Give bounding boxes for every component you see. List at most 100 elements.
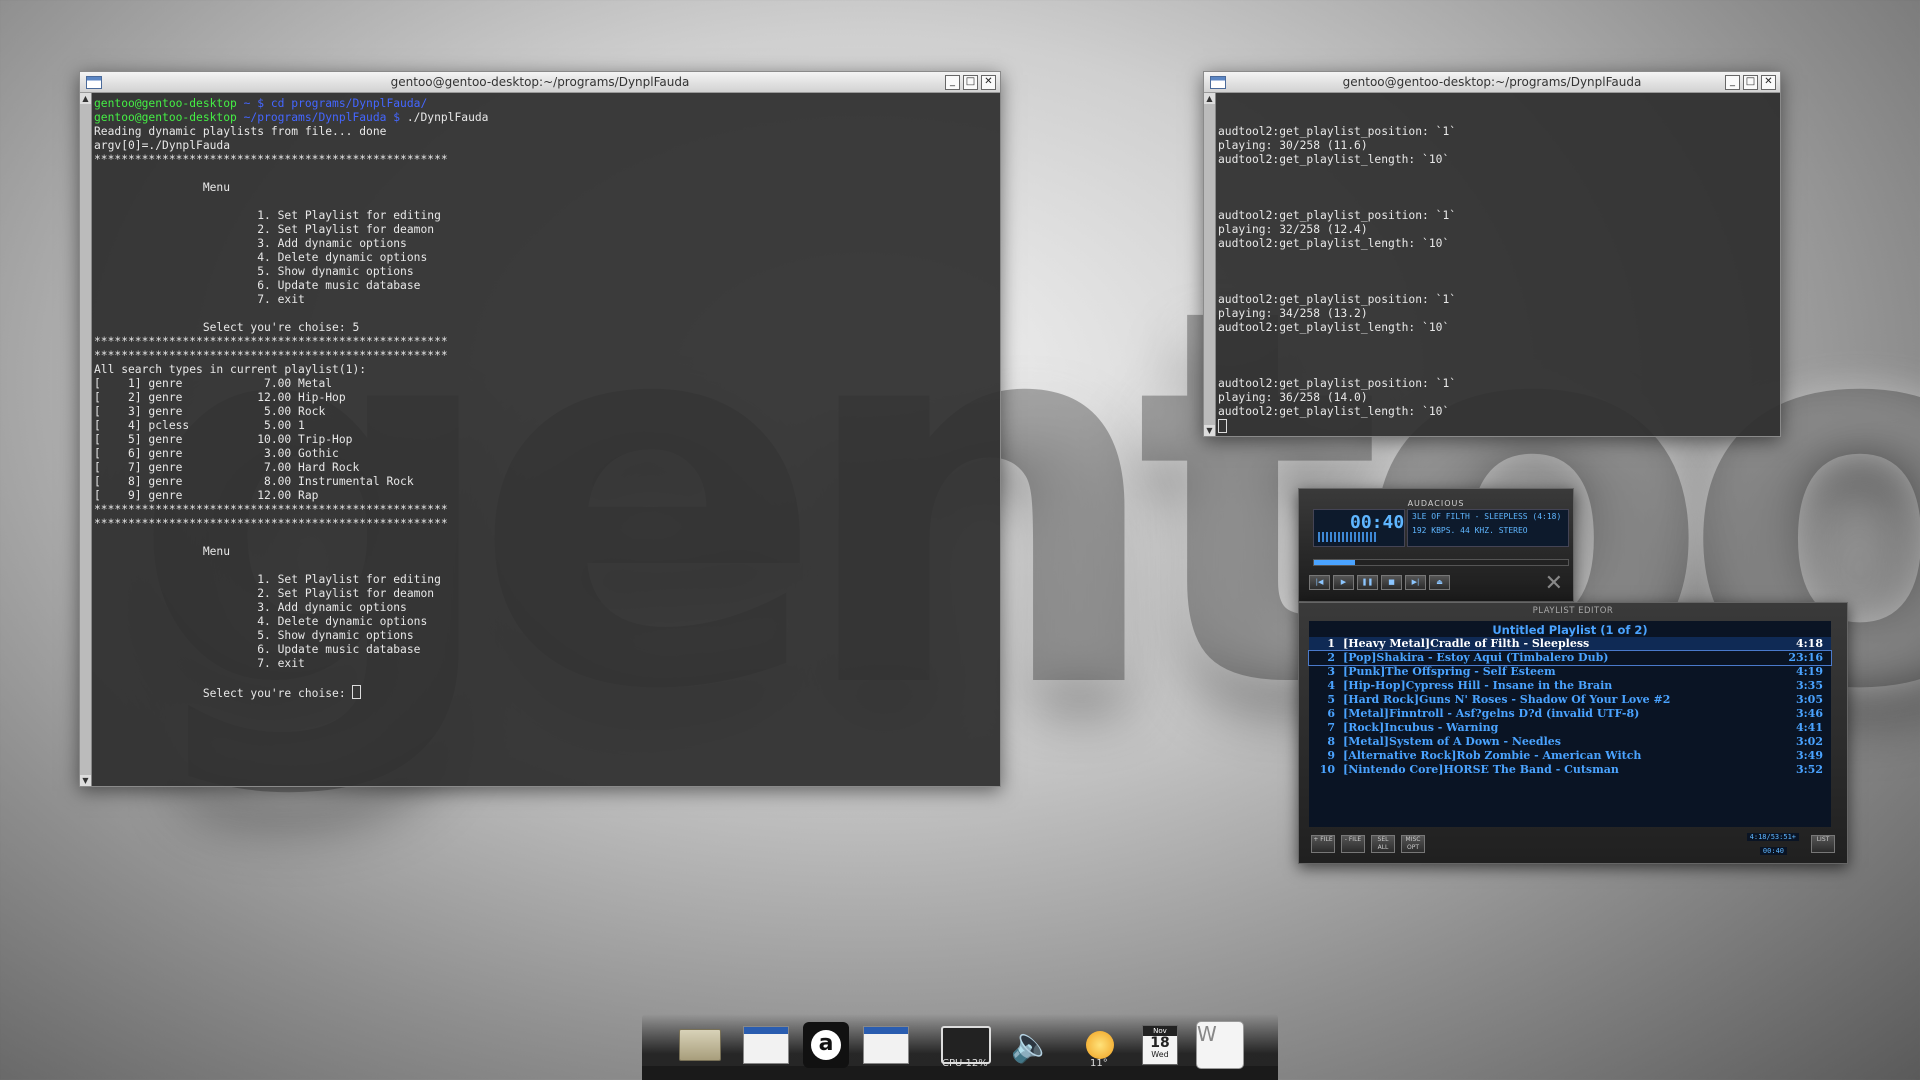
- playlist-current-time: 00:40: [1759, 847, 1787, 855]
- window-title: gentoo@gentoo-desktop:~/programs/DynplFa…: [390, 75, 690, 89]
- prompt-command: ~ $ cd programs/DynplFauda/: [236, 97, 428, 110]
- playlist-row-title: [Heavy Metal]Cradle of Filth - Sleepless: [1343, 637, 1590, 650]
- scroll-down-arrow-icon[interactable]: ▼: [80, 775, 91, 786]
- dock-terminal-1[interactable]: [740, 1020, 792, 1070]
- playlist-row-duration: 4:19: [1795, 665, 1823, 678]
- terminal-cursor: [352, 685, 362, 699]
- playlist-editor-header: PLAYLIST EDITOR: [1532, 606, 1614, 616]
- dock-audacious[interactable]: a: [800, 1020, 852, 1070]
- list-options-button[interactable]: LIST: [1811, 835, 1835, 853]
- playlist-row-number: 10: [1319, 763, 1335, 776]
- scroll-down-arrow-icon[interactable]: ▼: [1204, 425, 1215, 436]
- playlist-name: Untitled Playlist (1 of 2): [1492, 623, 1648, 637]
- terminal-window-left[interactable]: gentoo@gentoo-desktop:~/programs/DynplFa…: [79, 71, 1001, 787]
- audacious-close-icon[interactable]: ✕: [1545, 571, 1563, 596]
- elapsed-time: 00:40: [1350, 512, 1405, 533]
- eject-button[interactable]: ⏏: [1429, 575, 1450, 590]
- close-button[interactable]: ✕: [981, 75, 996, 90]
- playlist-row[interactable]: 9 [Alternative Rock]Rob Zombie - American…: [1309, 749, 1831, 763]
- playlist-row-title: [Rock]Incubus - Warning: [1343, 721, 1499, 734]
- dock-volume[interactable]: 🔈: [1006, 1020, 1058, 1070]
- prompt-host: gentoo@gentoo-desktop: [94, 97, 237, 110]
- playlist-row-title: [Metal]Finntroll - Asf?gelns D?d (invali…: [1343, 707, 1640, 720]
- playlist-row-number: 1: [1327, 637, 1335, 650]
- play-button[interactable]: ▶: [1333, 575, 1354, 590]
- minimize-button[interactable]: _: [945, 75, 960, 90]
- terminal-left-titlebar[interactable]: gentoo@gentoo-desktop:~/programs/DynplFa…: [80, 72, 1000, 93]
- playlist-row-title: [Hard Rock]Guns N' Roses - Shadow Of You…: [1343, 693, 1671, 706]
- terminal-scrollbar[interactable]: ▲ ▼: [80, 93, 92, 786]
- playlist-row[interactable]: 2 [Pop]Shakira - Estoy Aqui (Timbalero Du…: [1308, 650, 1832, 666]
- cpu-label: CPU 12%: [942, 1058, 988, 1069]
- audacious-icon: a: [803, 1022, 849, 1068]
- dock-calendar[interactable]: Nov 18 Wed: [1134, 1020, 1186, 1070]
- playlist-row[interactable]: 1 [Heavy Metal]Cradle of Filth - Sleeples…: [1309, 637, 1831, 651]
- song-ticker: 3LE OF FILTH - SLEEPLESS (4:18): [1412, 512, 1562, 521]
- playlist-row-number: 9: [1327, 749, 1335, 762]
- maximize-button[interactable]: □: [963, 75, 978, 90]
- playlist-row-duration: 3:02: [1795, 735, 1823, 748]
- pause-button[interactable]: ❚❚: [1357, 575, 1378, 590]
- seek-bar[interactable]: [1313, 559, 1569, 566]
- terminal-right-titlebar[interactable]: gentoo@gentoo-desktop:~/programs/DynplFa…: [1204, 72, 1780, 93]
- playlist-row-number: 5: [1327, 693, 1335, 706]
- window-title: gentoo@gentoo-desktop:~/programs/DynplFa…: [1342, 75, 1642, 89]
- next-button[interactable]: ▶|: [1405, 575, 1426, 590]
- misc-options-button[interactable]: MISC OPT: [1401, 835, 1425, 853]
- playlist-row[interactable]: 5 [Hard Rock]Guns N' Roses - Shadow Of Yo…: [1309, 693, 1831, 707]
- add-file-button[interactable]: + FILE: [1311, 835, 1335, 853]
- time-display[interactable]: 00:40: [1313, 509, 1405, 547]
- calendar-icon: Nov 18 Wed: [1142, 1025, 1178, 1065]
- playlist-row-title: [Alternative Rock]Rob Zombie - American …: [1343, 749, 1642, 762]
- playlist-row[interactable]: 10 [Nintendo Core]HORSE The Band - Cutsma…: [1309, 763, 1831, 777]
- visualizer[interactable]: [1318, 532, 1378, 542]
- stop-button[interactable]: ■: [1381, 575, 1402, 590]
- bitrate-info: 192 KBPS. 44 KHZ. STEREO: [1412, 526, 1528, 535]
- previous-button[interactable]: |◀: [1309, 575, 1330, 590]
- scroll-up-arrow-icon[interactable]: ▲: [80, 93, 91, 104]
- playlist-row-title: [Nintendo Core]HORSE The Band - Cutsman: [1343, 763, 1619, 776]
- playlist-row-title: [Pop]Shakira - Estoy Aqui (Timbalero Dub…: [1343, 651, 1609, 664]
- playlist-row-title: [Punk]The Offspring - Self Esteem: [1343, 665, 1556, 678]
- temperature-label: 11°: [1090, 1058, 1108, 1069]
- minimize-button[interactable]: _: [1725, 75, 1740, 90]
- playlist-total-time: 4:18/53:51+: [1746, 833, 1799, 841]
- playlist-row-duration: 3:52: [1795, 763, 1823, 776]
- terminal-left-output[interactable]: gentoo@gentoo-desktop ~ $ cd programs/Dy…: [80, 93, 1000, 701]
- window-menu-icon[interactable]: [1210, 76, 1226, 89]
- window-icon: [743, 1026, 789, 1064]
- audacious-player[interactable]: AUDACIOUS 00:40 3LE OF FILTH - SLEEPLESS…: [1298, 488, 1574, 602]
- terminal-cursor: [1218, 419, 1227, 433]
- playlist-row-number: 7: [1327, 721, 1335, 734]
- playlist-row-number: 2: [1327, 651, 1335, 664]
- playlist-row-number: 4: [1327, 679, 1335, 692]
- playlist-row[interactable]: 3 [Punk]The Offspring - Self Esteem 4:19: [1309, 665, 1831, 679]
- select-all-button[interactable]: SEL ALL: [1371, 835, 1395, 853]
- folder-icon: [679, 1029, 721, 1061]
- playlist-row-number: 6: [1327, 707, 1335, 720]
- terminal-scrollbar[interactable]: ▲ ▼: [1204, 93, 1216, 436]
- scroll-up-arrow-icon[interactable]: ▲: [1204, 93, 1215, 104]
- playlist-row[interactable]: 4 [Hip-Hop]Cypress Hill - Insane in the B…: [1309, 679, 1831, 693]
- terminal-window-right[interactable]: gentoo@gentoo-desktop:~/programs/DynplFa…: [1203, 71, 1781, 437]
- window-menu-icon[interactable]: [86, 76, 102, 89]
- close-button[interactable]: ✕: [1761, 75, 1776, 90]
- seek-bar-fill: [1314, 560, 1355, 565]
- playlist-row-duration: 23:16: [1788, 651, 1823, 664]
- playlist-row[interactable]: 8 [Metal]System of A Down - Needles 3:02: [1309, 735, 1831, 749]
- dock-file-manager[interactable]: [674, 1020, 726, 1070]
- playlist-row[interactable]: 7 [Rock]Incubus - Warning 4:41: [1309, 721, 1831, 735]
- maximize-button[interactable]: □: [1743, 75, 1758, 90]
- audacious-title: AUDACIOUS: [1407, 499, 1465, 508]
- prompt-path: ~/programs/DynplFauda $: [236, 111, 401, 124]
- dock-terminal-2[interactable]: [860, 1020, 912, 1070]
- playlist-row[interactable]: 6 [Metal]Finntroll - Asf?gelns D?d (inval…: [1309, 707, 1831, 721]
- dock-tools[interactable]: W: [1194, 1020, 1246, 1070]
- playlist-list[interactable]: Untitled Playlist (1 of 2) 1 [Heavy Metal…: [1308, 621, 1832, 827]
- terminal-body-text: Reading dynamic playlists from file... d…: [94, 125, 448, 700]
- prompt-host: gentoo@gentoo-desktop: [94, 111, 237, 124]
- playlist-editor[interactable]: PLAYLIST EDITOR Untitled Playlist (1 of …: [1298, 602, 1848, 864]
- remove-file-button[interactable]: - FILE: [1341, 835, 1365, 853]
- terminal-right-output[interactable]: audtool2:get_playlist_position: `1` play…: [1204, 93, 1780, 435]
- playlist-row-duration: 3:05: [1795, 693, 1823, 706]
